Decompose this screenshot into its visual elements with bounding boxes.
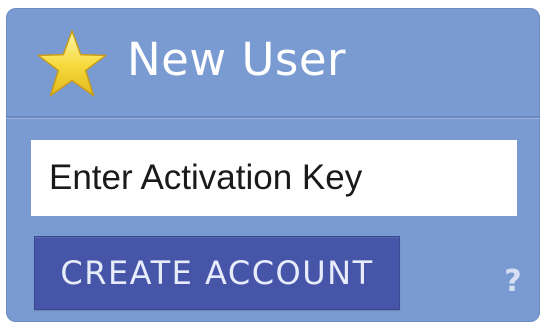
- header-divider: [6, 116, 540, 118]
- page-title: New User: [127, 33, 347, 86]
- activation-key-input[interactable]: [31, 140, 517, 216]
- panel-header: New User: [6, 8, 540, 118]
- help-icon[interactable]: ?: [500, 262, 526, 302]
- new-user-panel: New User CREATE ACCOUNT ?: [6, 8, 540, 322]
- create-account-button[interactable]: CREATE ACCOUNT: [34, 236, 400, 310]
- star-icon: [37, 30, 107, 97]
